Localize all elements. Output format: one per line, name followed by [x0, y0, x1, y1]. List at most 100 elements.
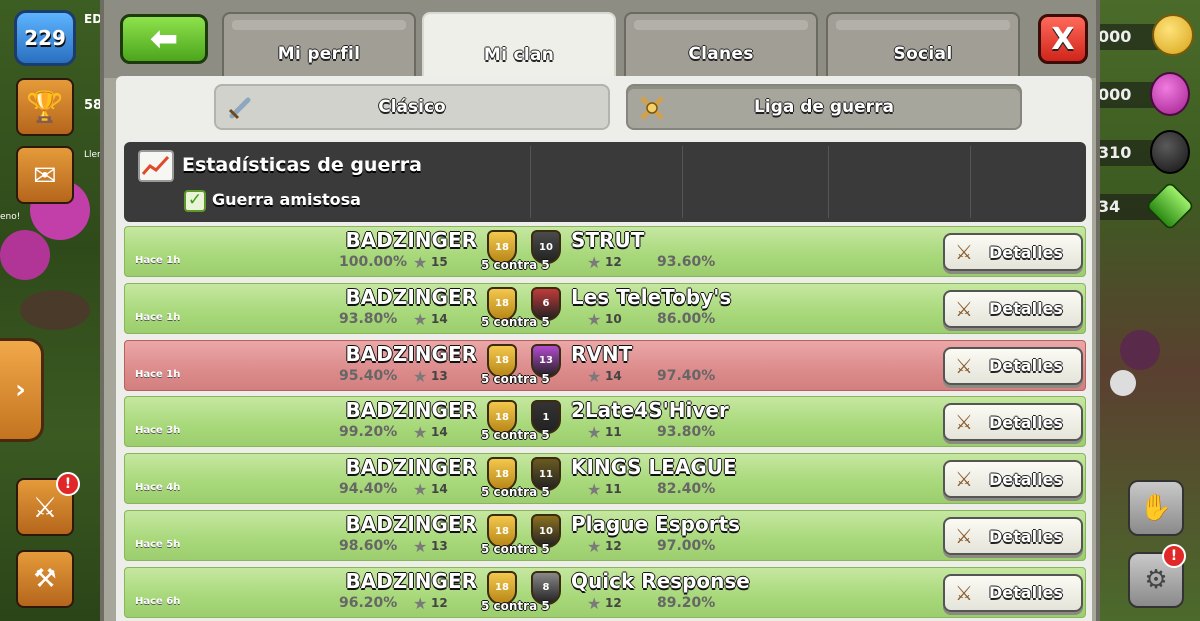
crossed-swords-icon: ⚔ [955, 410, 973, 435]
gold-coin-icon [1152, 14, 1194, 56]
our-destruction-pct: 93.80% [339, 310, 398, 327]
war-size: 5 contra 5 [481, 371, 550, 386]
our-destruction-pct: 98.60% [339, 538, 398, 554]
star-icon: ★ [413, 593, 428, 613]
building-decor [20, 290, 90, 330]
player-level: 229 [24, 26, 66, 50]
enemy-stars: 11 [605, 482, 622, 497]
enemy-clan-name: Plague Esports [571, 512, 741, 536]
war-time: Hace 1h [135, 255, 181, 266]
our-destruction-pct: 95.40% [339, 367, 398, 384]
close-button[interactable]: X [1038, 14, 1088, 64]
enemy-clan-name: STRUT [571, 228, 645, 252]
friendly-war-checkbox[interactable]: ✓ [184, 190, 206, 212]
our-clan-level: 18 [495, 525, 509, 537]
checkmark-icon: ✓ [187, 190, 203, 210]
tab-my-clan[interactable]: Mi clan [422, 12, 616, 80]
enemy-destruction-pct: 82.40% [657, 481, 716, 498]
player-level-badge[interactable]: 229 [14, 10, 76, 66]
war-stats-title: Estadísticas de guerra [182, 154, 422, 176]
settings-notification-badge: ! [1162, 544, 1186, 568]
tab-bar: ⬅ Mi perfil Mi clan Clanes Social X [104, 0, 1096, 80]
column-divider [828, 146, 829, 218]
enemy-stars: 12 [605, 539, 622, 553]
war-size: 5 contra 5 [481, 314, 550, 329]
back-button[interactable]: ⬅ [120, 14, 208, 64]
our-clan-level: 18 [495, 411, 509, 423]
column-divider [530, 146, 531, 218]
column-divider [682, 146, 683, 218]
tab-my-profile[interactable]: Mi perfil [222, 12, 416, 78]
star-icon: ★ [587, 253, 602, 272]
our-clan-name: BADZINGER [345, 398, 477, 423]
details-button[interactable]: ⚔ Detalles [943, 233, 1083, 271]
star-icon: ★ [587, 366, 602, 386]
our-stars: 14 [431, 482, 448, 497]
details-label: Detalles [989, 299, 1063, 319]
enemy-destruction-pct: 93.60% [657, 254, 716, 270]
enemy-clan-level: 10 [539, 525, 553, 537]
our-stars: 14 [431, 425, 448, 440]
enemy-clan-name: Les TeleToby's [571, 284, 732, 309]
details-button[interactable]: ⚔ Detalles [943, 289, 1083, 328]
tab-stripe [836, 20, 1010, 30]
enemy-stars: 12 [605, 255, 622, 269]
war-log-row: Hace 1h BADZINGER 93.80% ★ 14 18 6 5 contra 5 Le… [124, 282, 1086, 334]
status-text-partial: eno! [0, 212, 21, 222]
trophy-button[interactable]: 🏆 [16, 78, 74, 136]
enemy-clan-level: 10 [539, 241, 553, 253]
star-icon: ★ [587, 423, 602, 443]
mail-button[interactable]: ✉ [16, 146, 74, 204]
details-button[interactable]: ⚔ Detalles [943, 346, 1083, 385]
chart-icon [138, 150, 174, 182]
tab-label: Clanes [688, 44, 754, 64]
subtab-war-league[interactable]: Liga de guerra [626, 84, 1022, 130]
tab-clans[interactable]: Clanes [624, 12, 818, 78]
tab-label: Social [893, 44, 953, 64]
attack-notification-badge: ! [56, 472, 80, 496]
details-button[interactable]: ⚔ Detalles [943, 517, 1083, 555]
star-icon: ★ [413, 253, 428, 272]
war-size: 5 contra 5 [481, 258, 550, 272]
tab-social[interactable]: Social [826, 12, 1020, 78]
enemy-stars: 14 [605, 368, 622, 383]
enemy-stars: 10 [605, 311, 622, 326]
our-stars: 13 [431, 539, 448, 553]
layout-move-button[interactable]: ✋ [1128, 480, 1184, 536]
details-label: Detalles [989, 469, 1063, 489]
our-clan-level: 18 [495, 355, 509, 367]
details-button[interactable]: ⚔ Detalles [943, 573, 1083, 612]
expand-side-button[interactable]: › [0, 338, 44, 442]
star-icon: ★ [413, 537, 428, 556]
enemy-stars: 11 [605, 425, 622, 440]
crossed-swords-icon: ⚔ [955, 353, 973, 378]
subtab-classic[interactable]: Clásico [214, 84, 610, 130]
crossed-swords-icon: ⚔ [32, 490, 58, 524]
our-destruction-pct: 94.40% [339, 481, 398, 498]
details-button[interactable]: ⚔ Detalles [943, 460, 1083, 499]
star-icon: ★ [587, 309, 602, 329]
subtab-label: Liga de guerra [754, 97, 894, 117]
star-icon: ★ [587, 593, 602, 613]
our-clan-level: 18 [495, 468, 509, 480]
close-icon: X [1051, 21, 1075, 57]
our-clan-name: BADZINGER [345, 568, 477, 593]
star-icon: ★ [413, 309, 428, 329]
our-clan-level: 18 [495, 298, 509, 310]
tab-label: Mi clan [483, 45, 555, 65]
details-button[interactable]: ⚔ Detalles [943, 403, 1083, 442]
details-label: Detalles [989, 526, 1063, 546]
content-area: Clásico Liga de guerra Estadísticas de g… [116, 76, 1092, 621]
our-destruction-pct: 100.00% [339, 254, 408, 270]
enemy-destruction-pct: 93.80% [657, 424, 716, 441]
enemy-clan-name: Quick Response [571, 568, 750, 593]
our-clan-level: 18 [495, 582, 509, 594]
war-stats-header: Estadísticas de guerra ✓ Guerra amistosa [124, 142, 1086, 222]
enemy-destruction-pct: 86.00% [657, 310, 716, 327]
builder-button[interactable]: ⚒ [16, 550, 74, 608]
crossed-swords-icon: ⚔ [955, 524, 973, 548]
our-clan-name: BADZINGER [345, 512, 477, 536]
war-size: 5 contra 5 [481, 542, 550, 556]
war-size: 5 contra 5 [481, 598, 550, 613]
war-time: Hace 5h [135, 539, 181, 550]
